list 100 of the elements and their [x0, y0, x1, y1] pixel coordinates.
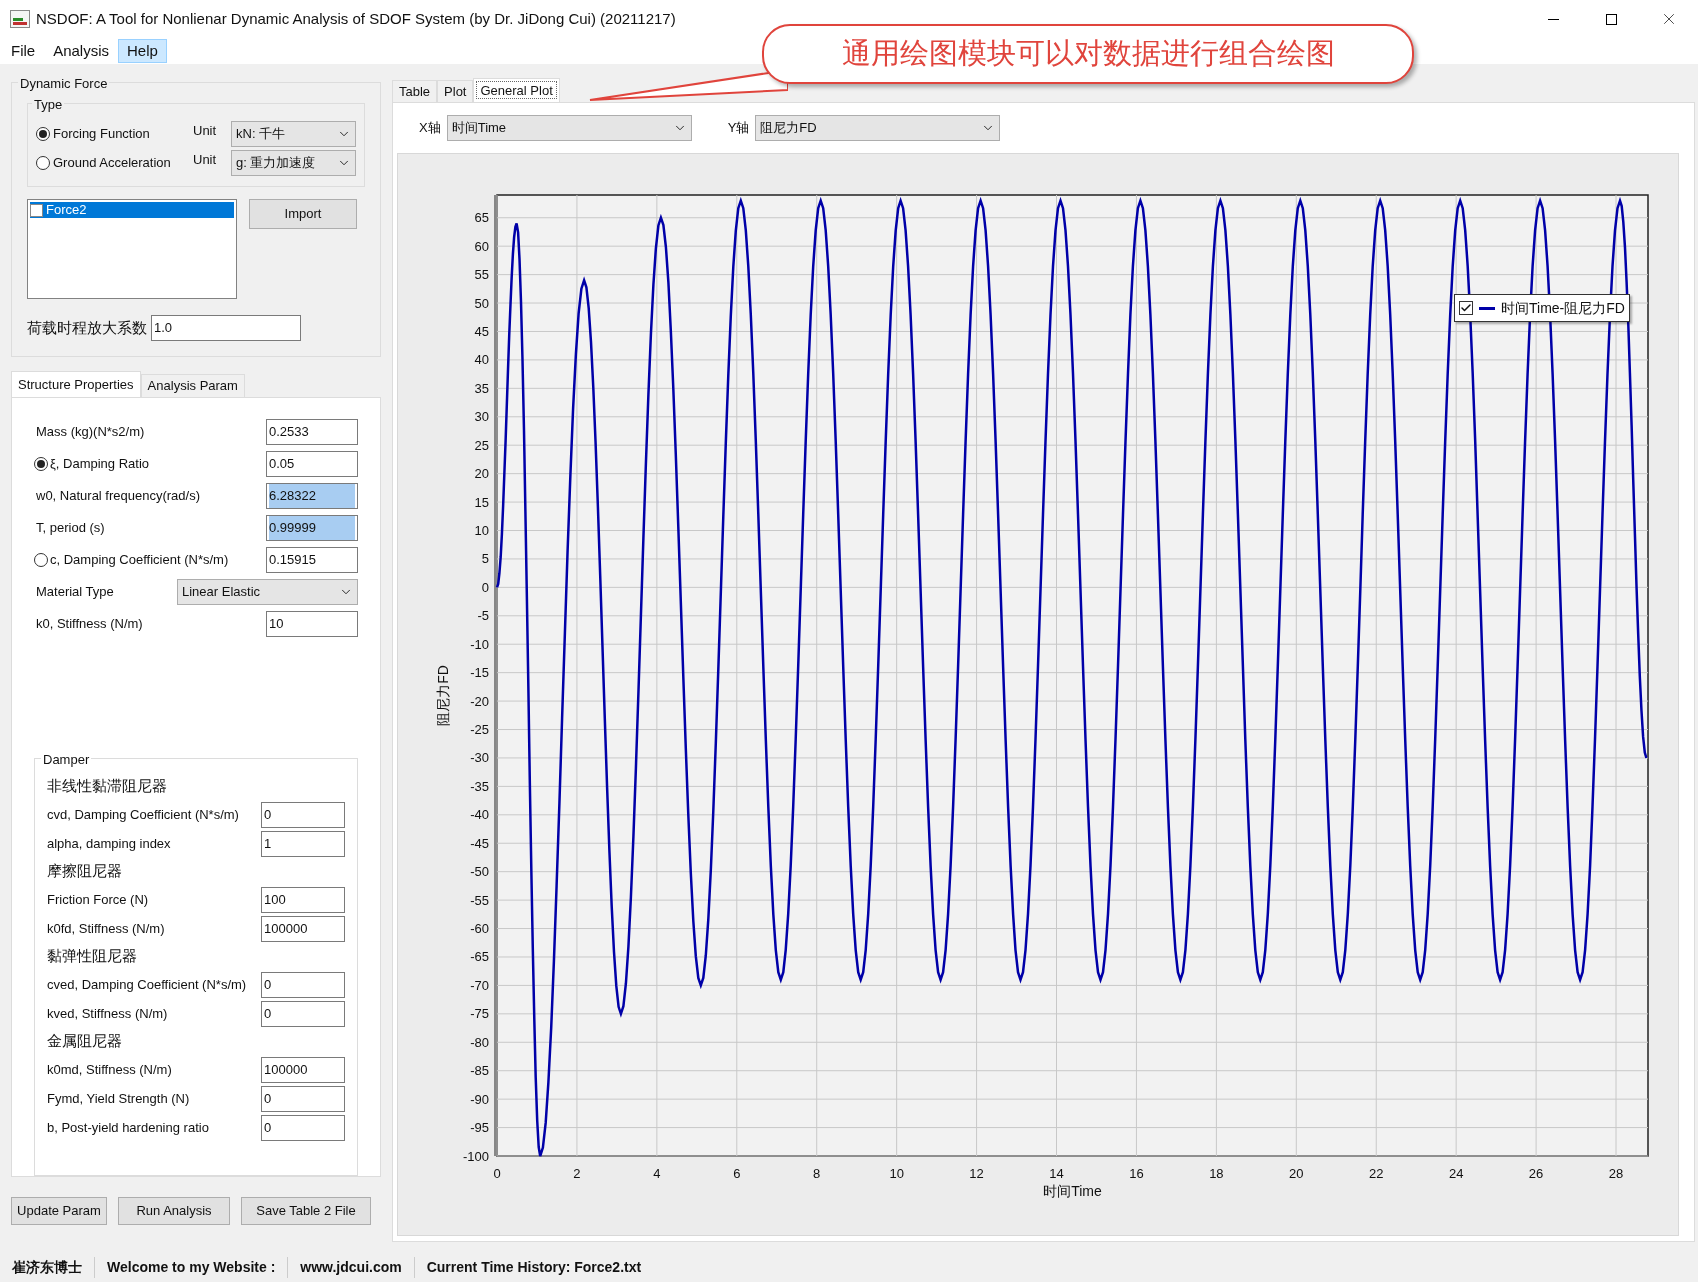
radio-button[interactable] — [34, 457, 48, 471]
section-heading: 非线性黏滞阻尼器 — [47, 776, 168, 797]
input-field[interactable]: 0 — [261, 801, 345, 828]
tab[interactable]: Plot — [437, 80, 474, 102]
dropdown[interactable]: 阻尼力FD — [755, 115, 1001, 141]
field-label: k0fd, Stiffness (N/m) — [47, 919, 165, 938]
input-field[interactable]: 1 — [261, 830, 345, 857]
input-field[interactable]: 100000 — [261, 915, 345, 942]
axis-tick-label: -75 — [470, 1006, 489, 1022]
action-button[interactable]: Run Analysis — [118, 1197, 230, 1225]
input-field[interactable]: 0 — [261, 1085, 345, 1112]
radio-label: Ground Acceleration — [53, 153, 172, 172]
field-label: kved, Stiffness (N/m) — [47, 1004, 168, 1023]
input-field[interactable]: 10 — [266, 611, 358, 637]
field-label: Material Type — [36, 583, 114, 602]
axis-tick-label: 8 — [813, 1166, 821, 1181]
axis-tick-label: -20 — [470, 693, 489, 709]
field-label: Friction Force (N) — [47, 890, 149, 909]
import-button[interactable]: Import — [249, 199, 357, 229]
axis-tick-label: 10 — [889, 1166, 904, 1181]
list-checkbox[interactable] — [30, 203, 43, 217]
input-field[interactable]: 0.05 — [266, 451, 358, 477]
axis-tick-label: 40 — [474, 352, 489, 368]
window-title: NSDOF: A Tool for Nonlienar Dynamic Analysis of SDOF System (by Dr. JiDong Cui) (20211217) — [36, 8, 676, 29]
legend-checkbox[interactable] — [1459, 301, 1473, 315]
legend-label: 时间Time-阻尼力FD — [1501, 298, 1625, 318]
axis-tick-label: 50 — [474, 295, 489, 311]
input-field[interactable]: 0.2533 — [266, 419, 358, 445]
action-button[interactable]: Save Table 2 File — [241, 1197, 371, 1225]
input-field[interactable]: 0 — [261, 1000, 345, 1027]
axis-tick-label: 20 — [1289, 1166, 1304, 1181]
tab[interactable]: General Plot — [473, 78, 560, 102]
axis-tick-label: 45 — [474, 323, 489, 339]
axis-tick-label: -35 — [470, 778, 489, 794]
menu-item[interactable]: Analysis — [44, 39, 119, 63]
axis-tick-label: 24 — [1448, 1166, 1464, 1181]
input-field[interactable]: 0 — [261, 971, 345, 998]
field-label: T, period (s) — [36, 519, 105, 538]
radio-button[interactable] — [34, 553, 48, 567]
axis-tick-label: 0 — [493, 1166, 501, 1181]
section-heading: 金属阻尼器 — [47, 1031, 123, 1052]
input-field[interactable]: 0.99999 — [266, 515, 358, 541]
axis-tick-label: 16 — [1129, 1166, 1144, 1181]
list-item[interactable]: Force2 — [30, 202, 234, 218]
field-label: w0, Natural frequency(rad/s) — [36, 487, 200, 506]
input-field[interactable]: 100000 — [261, 1056, 345, 1083]
dropdown[interactable]: kN: 千牛 — [231, 120, 356, 147]
axis-label: Y轴 — [727, 119, 750, 138]
menu-item[interactable]: Help — [118, 39, 167, 63]
section-heading: 摩擦阻尼器 — [47, 861, 123, 882]
axis-tick-label: -25 — [470, 722, 489, 737]
input-field[interactable]: 6.28322 — [266, 483, 358, 509]
field-label: Mass (kg)(N*s2/m) — [36, 423, 145, 442]
field-label: b, Post-yield hardening ratio — [47, 1118, 209, 1137]
field-label: cved, Damping Coefficient (N*s/m) — [47, 975, 247, 994]
axis-tick-label: 15 — [474, 494, 489, 510]
axis-tick-label: 65 — [474, 210, 489, 226]
field-label: k0md, Stiffness (N/m) — [47, 1060, 172, 1079]
dropdown[interactable]: g: 重力加速度 — [231, 149, 356, 176]
axis-tick-label: -15 — [470, 665, 489, 681]
axis-tick-label: -40 — [470, 807, 489, 823]
field-label: Fymd, Yield Strength (N) — [47, 1089, 190, 1108]
status-text: Welcome to my Website : — [95, 1256, 289, 1278]
axis-tick-label: -30 — [470, 750, 489, 766]
input-field[interactable]: 1.0 — [151, 315, 301, 341]
input-field[interactable]: 0.15915 — [266, 547, 358, 573]
axis-tick-label: -80 — [470, 1034, 489, 1050]
axis-label: X轴 — [419, 119, 441, 138]
axis-tick-label: 6 — [733, 1166, 741, 1181]
tab[interactable]: Structure Properties — [11, 371, 141, 397]
field-label: c, Damping Coefficient (N*s/m) — [50, 551, 229, 570]
axis-tick-label: 5 — [481, 551, 489, 567]
radio-button[interactable] — [36, 126, 50, 141]
axis-tick-label: 2 — [573, 1166, 581, 1181]
y-axis-title: 阻尼力FD — [435, 665, 451, 726]
dropdown[interactable]: Linear Elastic — [177, 579, 358, 605]
field-label: ξ, Damping Ratio — [50, 455, 150, 474]
status-text: 崔济东博士 — [0, 1256, 95, 1278]
tab[interactable]: Analysis Param — [140, 374, 245, 397]
axis-tick-label: 60 — [474, 238, 489, 254]
axis-tick-label: -85 — [470, 1063, 489, 1079]
radio-button[interactable] — [36, 155, 50, 170]
input-field[interactable]: 0 — [261, 1114, 345, 1141]
axis-tick-label: 12 — [969, 1166, 984, 1181]
field-label: alpha, damping index — [47, 834, 171, 853]
axis-tick-label: 20 — [474, 466, 489, 482]
input-field[interactable]: 100 — [261, 886, 345, 913]
minimize-icon — [1547, 18, 1559, 20]
radio-label: Forcing Function — [53, 124, 151, 143]
menu-item[interactable]: File — [2, 39, 45, 63]
axis-tick-label: 55 — [474, 267, 489, 283]
axis-tick-label: 18 — [1209, 1166, 1224, 1181]
axis-tick-label: 22 — [1369, 1166, 1384, 1181]
action-button[interactable]: Update Param — [11, 1197, 107, 1225]
tab[interactable]: Table — [392, 80, 438, 102]
dropdown[interactable]: 时间Time — [446, 115, 692, 141]
axis-tick-label: 10 — [474, 523, 489, 538]
status-text: www.jdcui.com — [288, 1256, 415, 1278]
axis-tick-label: 26 — [1528, 1166, 1544, 1181]
axis-tick-label: -10 — [470, 636, 489, 652]
